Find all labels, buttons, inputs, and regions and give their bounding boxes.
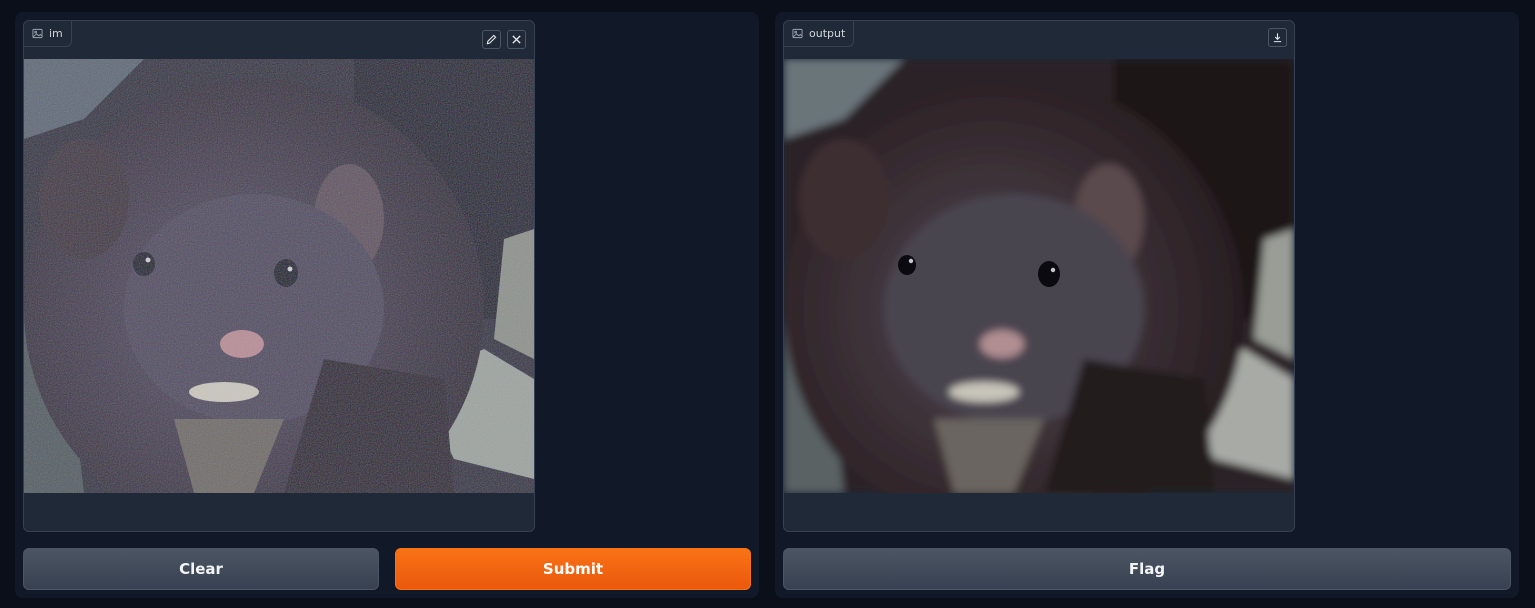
submit-button-label: Submit: [542, 560, 604, 578]
output-image-label: output: [784, 21, 855, 47]
flag-button[interactable]: Flag: [783, 548, 1511, 590]
input-photo: [24, 59, 534, 493]
clear-button[interactable]: Clear: [23, 548, 379, 590]
output-photo: [784, 59, 1294, 493]
clear-button-label: Clear: [179, 560, 223, 578]
image-icon: [792, 28, 803, 39]
output-image-box: output: [783, 20, 1295, 532]
mink-photo-noisy: [24, 59, 534, 493]
download-icon: [1273, 33, 1282, 43]
flag-button-label: Flag: [1128, 560, 1166, 578]
pencil-icon: [486, 34, 497, 45]
download-button[interactable]: [1268, 28, 1287, 47]
output-panel: output Flag: [775, 12, 1519, 598]
mink-photo-denoised: [784, 59, 1294, 493]
clear-image-button[interactable]: [507, 30, 526, 49]
input-image-box[interactable]: im: [23, 20, 535, 532]
edit-button[interactable]: [482, 30, 501, 49]
close-icon: [512, 35, 521, 44]
output-label-text: output: [809, 27, 846, 40]
submit-button[interactable]: Submit: [395, 548, 751, 590]
input-panel: im Clear Submit: [15, 12, 759, 598]
input-image-label: im: [24, 21, 72, 47]
image-icon: [32, 28, 43, 39]
input-label-text: im: [49, 27, 63, 40]
